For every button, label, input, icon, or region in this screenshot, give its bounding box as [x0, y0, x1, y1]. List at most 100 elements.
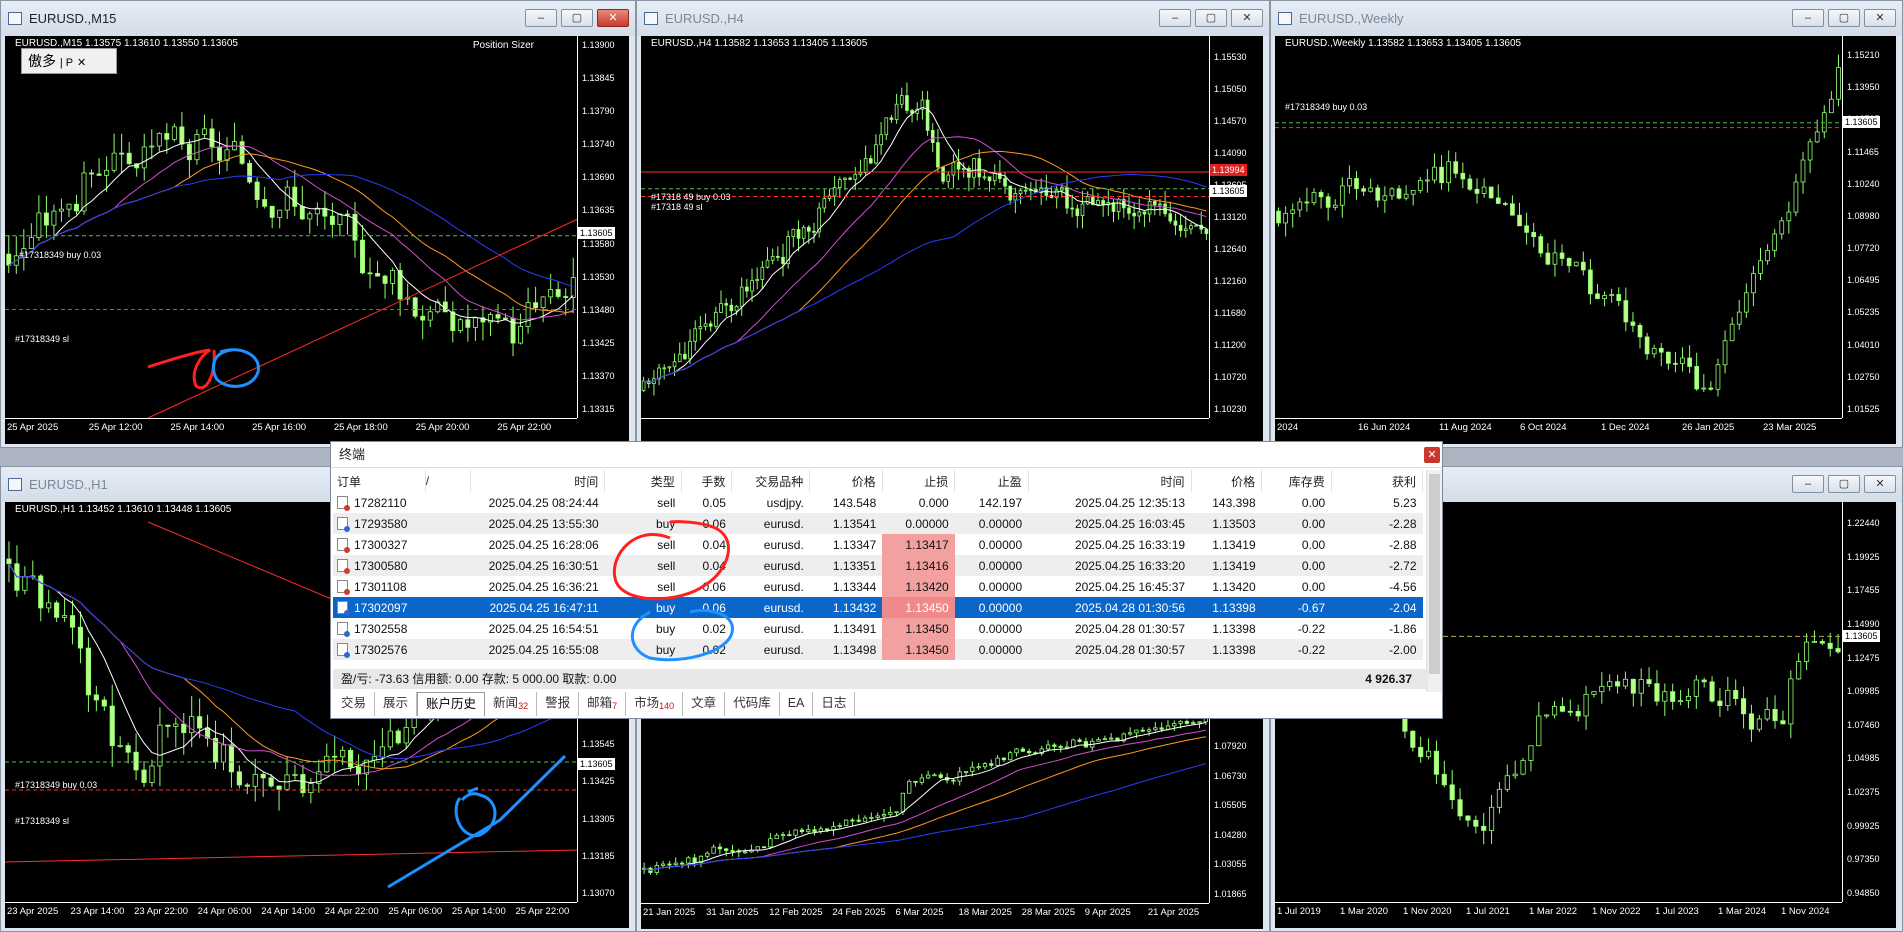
cell-order: 17302558 [333, 618, 426, 639]
order-line-label[interactable]: #17318349 buy 0.03 [19, 250, 101, 260]
candle-body [1811, 640, 1818, 643]
cell-type: buy [604, 513, 682, 534]
price-tick: 1.10230 [1214, 404, 1247, 414]
tab-5[interactable]: 邮箱7 [579, 692, 627, 716]
candle-body [1748, 713, 1755, 730]
scroll-thumb[interactable] [1429, 474, 1440, 674]
maximize-button[interactable]: ▢ [561, 9, 593, 27]
cell-order: 17300327 [333, 534, 426, 555]
table-row[interactable]: 17302576 2025.04.25 16:55:08 buy 0.02 eurusd… [333, 639, 1423, 660]
table-row[interactable]: 17300580 2025.04.25 16:30:51 sell 0.04 eurus… [333, 555, 1423, 576]
position-sizer-label[interactable]: Position Sizer [473, 40, 534, 51]
candle-body [1512, 773, 1518, 777]
column-header[interactable]: 价格 [809, 470, 883, 492]
cell-profit: -2.00 [1331, 639, 1423, 660]
candle-body [495, 314, 501, 319]
candle-body [987, 176, 992, 182]
cell-type: sell [604, 576, 682, 597]
order-line-label[interactable]: #17318 49 buy 0.03 [651, 192, 731, 202]
tab-10[interactable]: 日志 [813, 692, 856, 716]
table-row[interactable]: 17300327 2025.04.25 16:28:06 sell 0.04 eurus… [333, 534, 1423, 555]
table-row[interactable]: 17293580 2025.04.25 13:55:30 buy 0.06 eurusd… [333, 513, 1423, 534]
tab-4[interactable]: 警报 [537, 692, 580, 716]
tab-7[interactable]: 文章 [683, 692, 726, 716]
tab-2[interactable]: 账户历史 [417, 692, 486, 716]
candle-body [868, 158, 873, 164]
close-icon[interactable]: ✕ [1424, 447, 1440, 463]
close-icon[interactable]: ✕ [77, 57, 86, 69]
candle-body [1003, 178, 1007, 187]
tab-0[interactable]: 交易 [333, 692, 376, 716]
tab-8[interactable]: 代码库 [725, 692, 780, 716]
order-id: 17300580 [354, 558, 408, 573]
candle-body [894, 811, 899, 814]
candle-body [1751, 273, 1756, 294]
chart-canvas[interactable]: EURUSD.,H4 1.13582 1.13653 1.13405 1.136… [641, 36, 1263, 444]
candle-body [367, 272, 373, 275]
candle-body [693, 328, 698, 342]
vertical-scrollbar[interactable] [1426, 470, 1442, 692]
maximize-button[interactable]: ▢ [1828, 9, 1860, 27]
minimize-button[interactable]: – [1792, 475, 1824, 493]
maximize-button[interactable]: ▢ [1195, 9, 1227, 27]
close-button[interactable]: ✕ [597, 9, 629, 27]
table-row[interactable]: 17302558 2025.04.25 16:54:51 buy 0.02 eurusd… [333, 618, 1423, 639]
candle-body [1142, 211, 1147, 215]
column-header[interactable]: 价格 [1191, 470, 1263, 492]
candle-body [1109, 737, 1114, 740]
terminal-tabs: 交易 展示 账户历史 新闻32 警报 邮箱7 市场140 文章 代码库 EA 日志 [333, 692, 856, 716]
candle-body [197, 716, 203, 729]
tab-9[interactable]: EA [779, 692, 814, 716]
account-history-table[interactable]: 订单 / 时间 类型 手数 交易品种 价格 止损 止盈 时间 价格 库存费 获利 17282110 202… [333, 470, 1424, 660]
chart-canvas[interactable]: EURUSD.,Weekly 1.13582 1.13653 1.13405 1… [1275, 36, 1896, 444]
column-header[interactable]: 止损 [882, 470, 956, 492]
column-header[interactable]: 时间 [1028, 470, 1192, 492]
close-button[interactable]: ✕ [1864, 9, 1896, 27]
sl-line-label[interactable]: #17318349 sl [15, 816, 69, 826]
tab-6[interactable]: 市场140 [626, 692, 684, 716]
column-header[interactable]: 获利 [1331, 470, 1424, 492]
candle-body [1304, 201, 1310, 204]
candle-body [793, 829, 798, 836]
close-button[interactable]: ✕ [1864, 475, 1896, 493]
cell-price: 1.13432 [809, 597, 883, 618]
trade-panel-text[interactable]: 傲多 [28, 53, 56, 69]
table-row[interactable]: 17301108 2025.04.25 16:36:21 sell 0.06 eurus… [333, 576, 1423, 597]
column-header[interactable]: / [425, 470, 472, 492]
candle-body [209, 128, 215, 148]
trade-panel[interactable]: 傲多 | P ✕ [21, 48, 117, 74]
candle-body [173, 723, 179, 727]
sl-line-label[interactable]: #17318 49 sl [651, 202, 703, 212]
maximize-button[interactable]: ▢ [1828, 475, 1860, 493]
column-header[interactable]: 类型 [604, 470, 682, 492]
cell-close: 2025.04.25 16:33:19 [1028, 534, 1192, 555]
tab-1[interactable]: 展示 [375, 692, 418, 716]
chart-canvas[interactable]: EURUSD.,M15 1.13575 1.13610 1.13550 1.13… [5, 36, 629, 444]
price-chart [641, 36, 1210, 419]
cell-order: 17301108 [333, 576, 426, 597]
chart-window-h4[interactable]: EURUSD.,H4 – ▢ ✕ EURUSD.,H4 1.13582 1.1365… [636, 0, 1270, 448]
terminal-panel[interactable]: 终端 ✕ 订单 / 时间 类型 手数 交易品种 价格 止损 止盈 时间 价格 库存费 获利 172821… [330, 441, 1443, 719]
candle-body [457, 319, 463, 332]
table-row[interactable]: 17302097 2025.04.25 16:47:11 buy 0.06 eurusd… [333, 597, 1423, 618]
sl-line-label[interactable]: #17318349 sl [15, 334, 69, 344]
column-header[interactable]: 手数 [681, 470, 733, 492]
column-header[interactable]: 时间 [470, 470, 606, 492]
chart-window-weekly[interactable]: EURUSD.,Weekly – ▢ ✕ EURUSD.,Weekly 1.1358… [1270, 0, 1903, 448]
minimize-button[interactable]: – [525, 9, 557, 27]
cell-symbol: eurusd. [731, 618, 810, 639]
column-header[interactable]: 止盈 [954, 470, 1029, 492]
candle-body [856, 819, 861, 822]
column-header[interactable]: 库存费 [1261, 470, 1332, 492]
close-button[interactable]: ✕ [1231, 9, 1263, 27]
order-line-label[interactable]: #17318349 buy 0.03 [1285, 102, 1367, 112]
minimize-button[interactable]: – [1792, 9, 1824, 27]
column-header[interactable]: 交易品种 [731, 470, 811, 492]
table-row[interactable]: 17282110 2025.04.25 08:24:44 sell 0.05 usdjp… [333, 492, 1423, 513]
tab-3[interactable]: 新闻32 [485, 692, 538, 716]
candle-body [875, 815, 880, 818]
minimize-button[interactable]: – [1159, 9, 1191, 27]
column-header[interactable]: 订单 [333, 470, 426, 492]
order-line-label[interactable]: #17318349 buy 0.03 [15, 780, 97, 790]
chart-window-m15[interactable]: EURUSD.,M15 – ▢ ✕ EURUSD.,M15 1.13575 1.13… [0, 0, 636, 448]
